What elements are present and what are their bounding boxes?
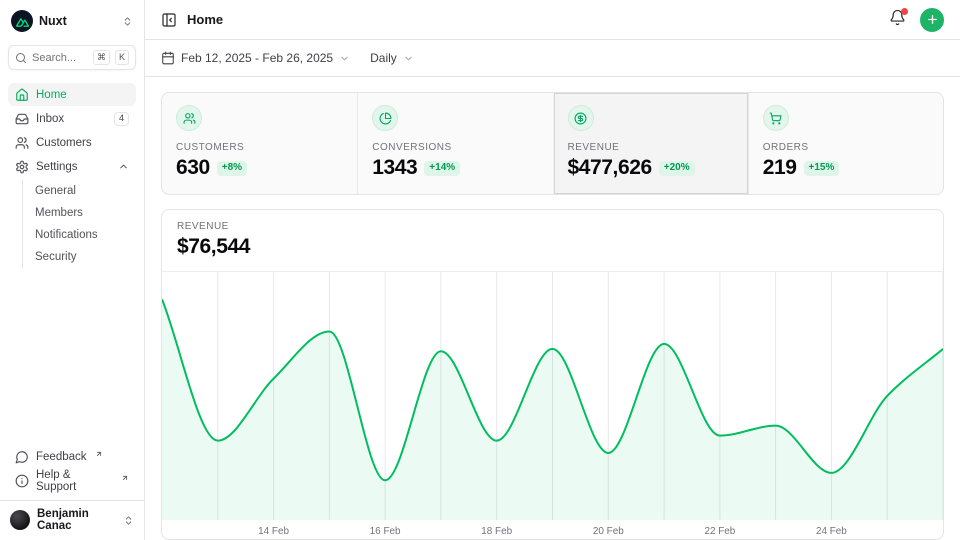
content: CUSTOMERS 630 +8% CONVERSIONS 1343 +14% [145, 77, 960, 540]
revenue-chart-card: REVENUE $76,544 14 Feb 16 Feb 18 Feb 20 Feb… [161, 209, 944, 540]
nuxt-logo-icon [11, 10, 33, 32]
revenue-area-chart: 14 Feb 16 Feb 18 Feb 20 Feb 22 Feb 24 Feb [162, 272, 943, 539]
sidebar-item-settings[interactable]: Settings [8, 155, 136, 178]
notifications-bell-icon[interactable] [889, 9, 906, 31]
sidebar-item-label: Customers [36, 137, 92, 149]
date-range-label: Feb 12, 2025 - Feb 26, 2025 [181, 51, 333, 65]
stat-card-conversions[interactable]: CONVERSIONS 1343 +14% [357, 93, 552, 194]
add-button[interactable] [920, 8, 944, 32]
inbox-icon [15, 112, 29, 126]
sidebar-footer: Feedback Help & Support [8, 445, 136, 493]
search-input[interactable]: Search... ⌘ K [8, 45, 136, 70]
external-link-icon [121, 474, 129, 482]
stat-card-customers[interactable]: CUSTOMERS 630 +8% [162, 93, 357, 194]
stat-value: 219 [763, 156, 797, 180]
external-link-icon [95, 450, 103, 458]
avatar [10, 510, 30, 530]
svg-text:24 Feb: 24 Feb [816, 526, 847, 537]
settings-subnav: General Members Notifications Security [22, 180, 136, 268]
sidebar-item-home[interactable]: Home [8, 83, 136, 106]
pie-chart-icon [372, 105, 398, 131]
user-name: Benjamin Canac [37, 508, 116, 532]
gear-icon [15, 160, 29, 174]
date-range-picker[interactable]: Feb 12, 2025 - Feb 26, 2025 [161, 51, 350, 65]
period-select[interactable]: Daily [370, 51, 414, 65]
sidebar-item-inbox[interactable]: Inbox 4 [8, 107, 136, 130]
sidebar-item-label: Feedback [36, 451, 87, 463]
workspace-name: Nuxt [39, 14, 116, 28]
stat-label: CUSTOMERS [176, 142, 343, 153]
svg-text:14 Feb: 14 Feb [258, 526, 289, 537]
sidebar-item-help-support[interactable]: Help & Support [8, 469, 136, 492]
chevron-up-icon [118, 161, 129, 172]
unread-dot [901, 8, 908, 15]
chart-plot-area: 14 Feb 16 Feb 18 Feb 20 Feb 22 Feb 24 Feb [162, 272, 943, 539]
chart-header: REVENUE $76,544 [162, 210, 943, 272]
chat-icon [15, 450, 29, 464]
sub-item-label: Security [35, 251, 77, 263]
sidebar-item-security[interactable]: Security [23, 246, 136, 268]
sub-item-label: General [35, 185, 76, 197]
stat-value: 1343 [372, 156, 417, 180]
dashboard-app: Nuxt Search... ⌘ K Home [0, 0, 960, 540]
stat-delta-badge: +15% [804, 161, 840, 176]
page-title: Home [187, 12, 879, 27]
sub-item-label: Notifications [35, 229, 98, 241]
inbox-count-badge: 4 [114, 112, 129, 126]
stat-delta-badge: +14% [424, 161, 460, 176]
stat-label: CONVERSIONS [372, 142, 538, 153]
kbd-k: K [115, 50, 129, 65]
stat-delta-badge: +8% [217, 161, 247, 176]
home-icon [15, 88, 29, 102]
sub-item-label: Members [35, 207, 83, 219]
users-icon [15, 136, 29, 150]
kbd-cmd: ⌘ [93, 50, 110, 65]
sidebar-nav: Home Inbox 4 Customers Settings [8, 83, 136, 271]
filter-bar: Feb 12, 2025 - Feb 26, 2025 Daily [145, 40, 960, 77]
chevron-down-icon [403, 53, 414, 64]
chart-value: $76,544 [177, 235, 928, 259]
svg-text:18 Feb: 18 Feb [481, 526, 512, 537]
sidebar-item-label: Help & Support [36, 469, 113, 493]
calendar-icon [161, 51, 175, 65]
stat-card-orders[interactable]: ORDERS 219 +15% [748, 93, 943, 194]
workspace-switcher[interactable]: Nuxt [8, 8, 136, 34]
chart-label: REVENUE [177, 221, 928, 232]
stat-label: REVENUE [568, 142, 734, 153]
users-icon [176, 105, 202, 131]
chevron-down-icon [339, 53, 350, 64]
stat-value: $477,626 [568, 156, 652, 180]
chevron-up-down-icon [123, 515, 134, 526]
chevron-up-down-icon [122, 16, 133, 27]
stat-card-revenue[interactable]: REVENUE $477,626 +20% [553, 93, 748, 194]
sidebar-item-general[interactable]: General [23, 180, 136, 202]
sidebar-item-label: Settings [36, 161, 78, 173]
sidebar-item-members[interactable]: Members [23, 202, 136, 224]
main-area: Home Feb 12, 2025 - Feb 26, 2025 Daily [145, 0, 960, 540]
svg-text:16 Feb: 16 Feb [370, 526, 401, 537]
svg-text:20 Feb: 20 Feb [593, 526, 624, 537]
search-placeholder: Search... [32, 52, 88, 64]
sidebar-spacer [8, 271, 136, 445]
sidebar-collapse-icon[interactable] [161, 12, 177, 28]
sidebar: Nuxt Search... ⌘ K Home [0, 0, 145, 540]
sidebar-item-customers[interactable]: Customers [8, 131, 136, 154]
sidebar-item-feedback[interactable]: Feedback [8, 445, 136, 468]
dollar-circle-icon [568, 105, 594, 131]
stat-value: 630 [176, 156, 210, 180]
sidebar-item-label: Inbox [36, 113, 64, 125]
cart-icon [763, 105, 789, 131]
sidebar-item-label: Home [36, 89, 67, 101]
topbar: Home [145, 0, 960, 40]
search-icon [15, 52, 27, 64]
info-icon [15, 474, 29, 488]
sidebar-item-notifications[interactable]: Notifications [23, 224, 136, 246]
user-menu[interactable]: Benjamin Canac [0, 500, 144, 540]
stat-label: ORDERS [763, 142, 929, 153]
svg-text:22 Feb: 22 Feb [704, 526, 735, 537]
stats-row: CUSTOMERS 630 +8% CONVERSIONS 1343 +14% [161, 92, 944, 195]
period-label: Daily [370, 51, 397, 65]
stat-delta-badge: +20% [659, 161, 695, 176]
